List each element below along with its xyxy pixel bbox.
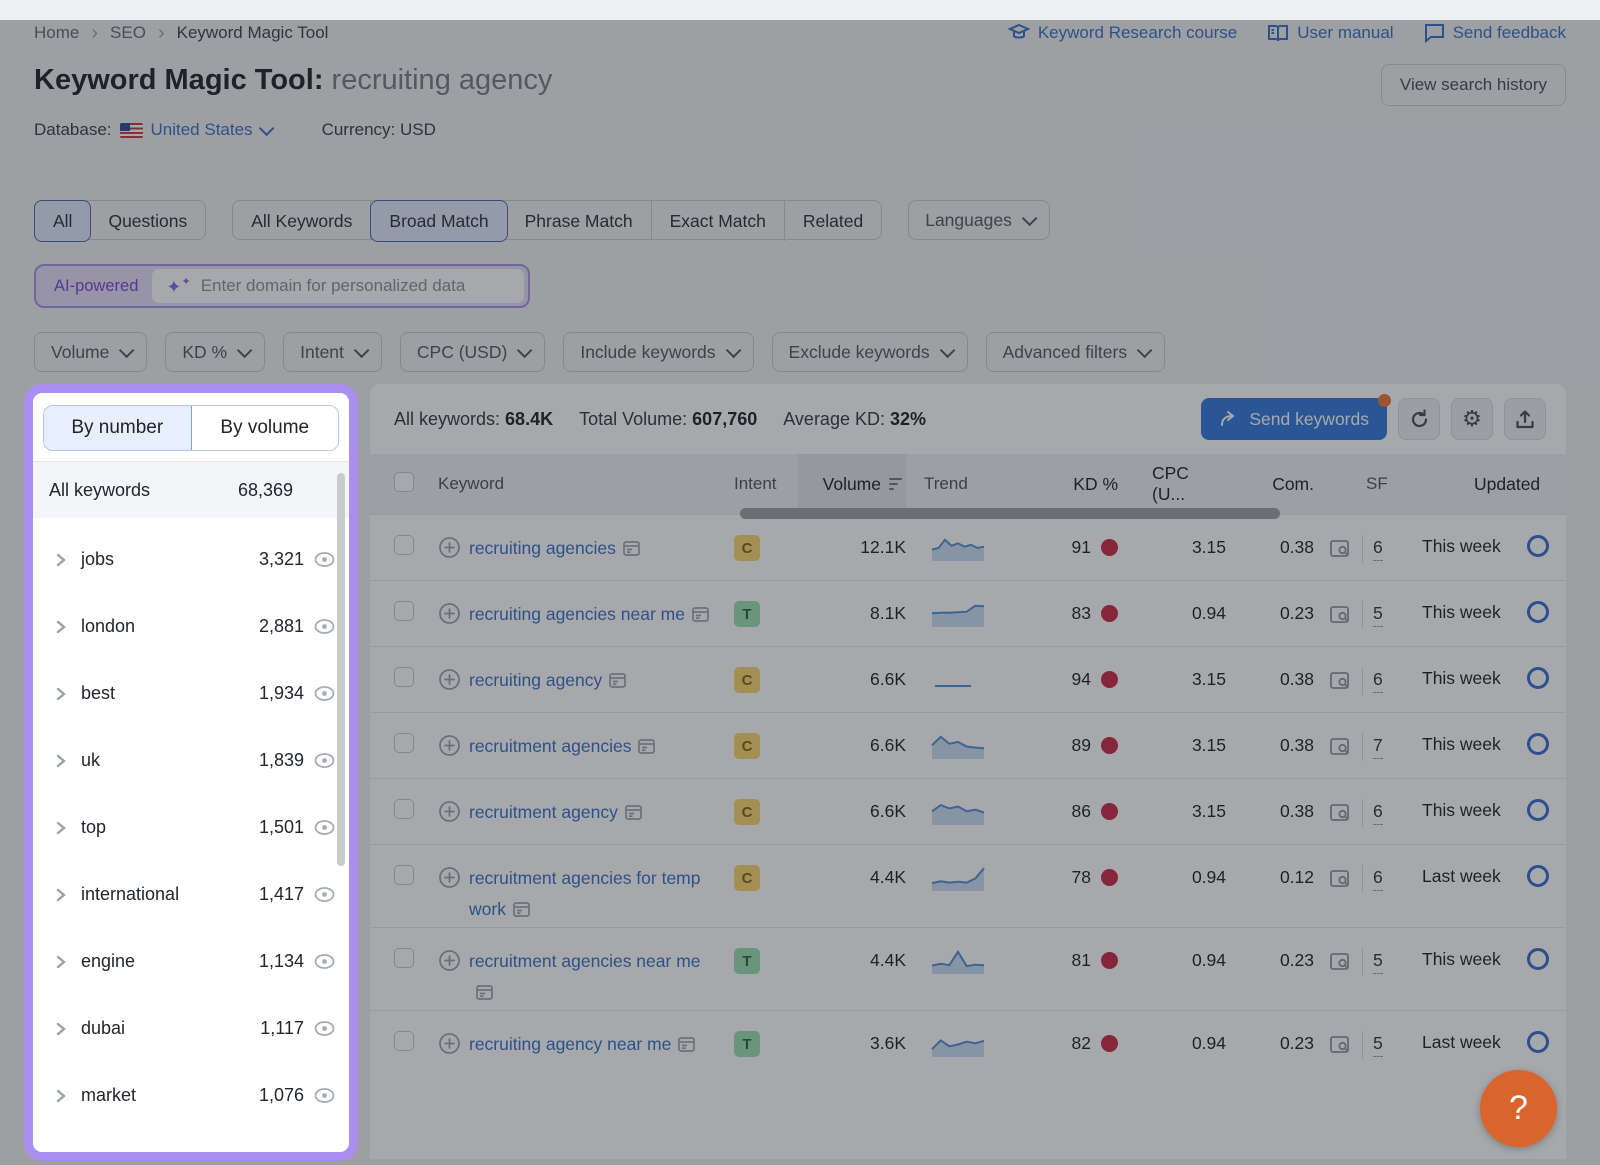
- group-item[interactable]: international 1,417: [33, 861, 349, 928]
- group-item[interactable]: london 2,881: [33, 593, 349, 660]
- help-button[interactable]: ?: [1480, 1070, 1557, 1147]
- group-count: 1,934: [259, 683, 304, 704]
- chevron-right-icon: [55, 553, 67, 567]
- group-item[interactable]: jobs 3,321: [33, 526, 349, 593]
- groups-scrollbar[interactable]: [337, 473, 345, 866]
- group-count: 3,321: [259, 549, 304, 570]
- group-count: 1,117: [260, 1018, 304, 1039]
- group-count: 1,134: [259, 951, 304, 972]
- eye-icon[interactable]: [314, 1021, 335, 1036]
- group-count: 2,881: [259, 616, 304, 637]
- group-item[interactable]: dubai 1,117: [33, 995, 349, 1062]
- group-label: uk: [81, 750, 100, 771]
- groups-sort-toggle: By number By volume: [43, 405, 339, 451]
- page: Home › SEO › Keyword Magic Tool Keyword …: [0, 20, 1600, 1165]
- toggle-by-number[interactable]: By number: [44, 406, 192, 450]
- eye-icon[interactable]: [314, 686, 335, 701]
- group-label: international: [81, 884, 179, 905]
- eye-icon[interactable]: [314, 887, 335, 902]
- keyword-groups-panel: By number By volume All keywords 68,369: [33, 393, 349, 1152]
- group-count: 1,839: [259, 750, 304, 771]
- eye-icon[interactable]: [314, 552, 335, 567]
- eye-icon[interactable]: [314, 820, 335, 835]
- group-item[interactable]: engine 1,134: [33, 928, 349, 995]
- group-label: dubai: [81, 1018, 125, 1039]
- chevron-right-icon: [55, 888, 67, 902]
- chevron-right-icon: [55, 955, 67, 969]
- groups-list: jobs 3,321 london 2,881: [33, 518, 349, 1129]
- eye-icon[interactable]: [314, 753, 335, 768]
- chevron-right-icon: [55, 687, 67, 701]
- group-item[interactable]: top 1,501: [33, 794, 349, 861]
- chevron-right-icon: [55, 620, 67, 634]
- eye-icon[interactable]: [314, 954, 335, 969]
- group-count: 1,417: [259, 884, 304, 905]
- chevron-right-icon: [55, 821, 67, 835]
- group-label: engine: [81, 951, 135, 972]
- group-label: jobs: [81, 549, 114, 570]
- eye-icon[interactable]: [314, 619, 335, 634]
- all-keywords-group-row[interactable]: All keywords 68,369: [33, 462, 349, 518]
- chevron-right-icon: [55, 1089, 67, 1103]
- group-count: 1,501: [259, 817, 304, 838]
- keyword-groups-highlight-ring: By number By volume All keywords 68,369: [24, 384, 358, 1161]
- group-label: london: [81, 616, 135, 637]
- chevron-right-icon: [55, 754, 67, 768]
- group-item[interactable]: best 1,934: [33, 660, 349, 727]
- group-count: 1,076: [259, 1085, 304, 1106]
- eye-icon[interactable]: [314, 1088, 335, 1103]
- group-item[interactable]: market 1,076: [33, 1062, 349, 1129]
- group-label: top: [81, 817, 106, 838]
- group-item[interactable]: uk 1,839: [33, 727, 349, 794]
- group-label: best: [81, 683, 115, 704]
- group-label: market: [81, 1085, 136, 1106]
- chevron-right-icon: [55, 1022, 67, 1036]
- toggle-by-volume[interactable]: By volume: [192, 406, 339, 450]
